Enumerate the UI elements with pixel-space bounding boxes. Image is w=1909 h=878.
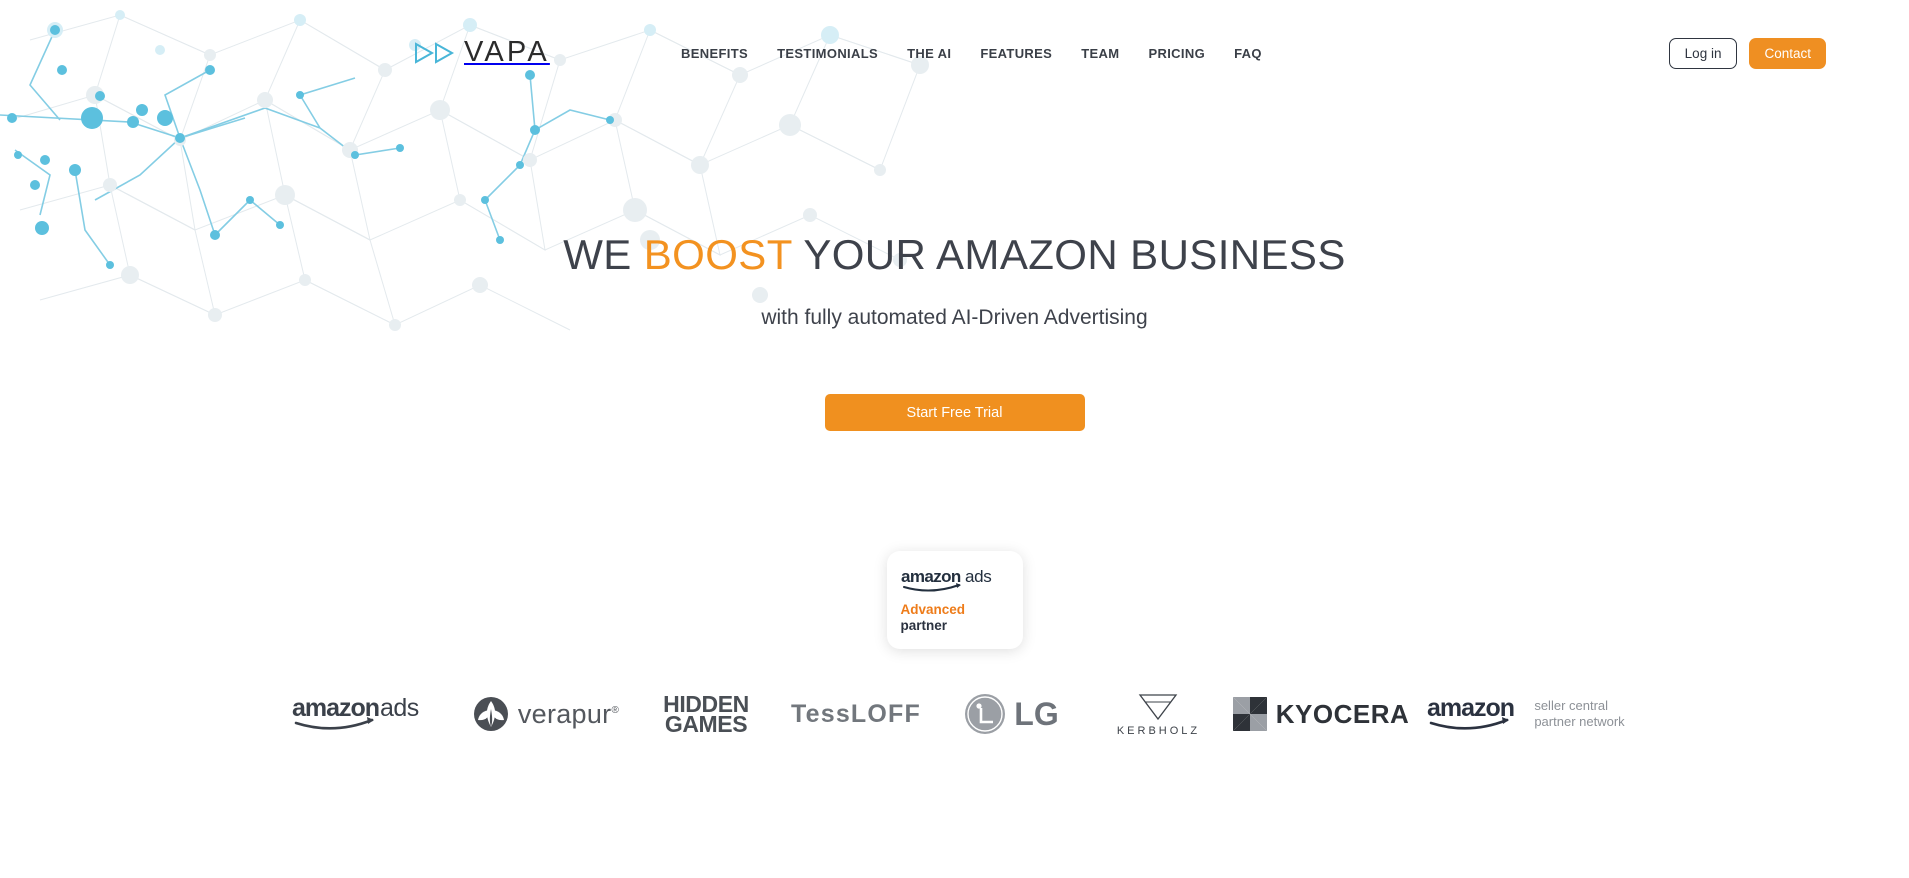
client-logo-kerbholz: KERBHOLZ [1086,678,1231,750]
kyocera-wordmark: KYOCERA [1275,698,1410,729]
client-logo-hidden-games: HIDDEN GAMES [636,678,776,750]
svg-text:ads: ads [380,694,419,722]
nav-the-ai[interactable]: THE AI [907,46,951,61]
nav-benefits[interactable]: BENEFITS [681,46,748,61]
hero-title-accent: BOOST [643,231,793,278]
site-header: VAPA BENEFITS TESTIMONIALS THE AI FEATUR… [0,0,1909,92]
svg-text:ads: ads [965,567,992,586]
kerbholz-wordmark: KERBHOLZ [1116,725,1201,737]
amazon-wordmark-icon: amazon [1427,694,1515,730]
verapur-wordmark: verapur® [517,698,620,729]
contact-button[interactable]: Contact [1749,38,1826,69]
start-free-trial-button[interactable]: Start Free Trial [824,394,1085,431]
nav-features[interactable]: FEATURES [980,46,1052,61]
pinwheel-diamond-icon [1232,697,1267,731]
svg-text:amazon: amazon [901,567,961,586]
login-button[interactable]: Log in [1668,38,1738,69]
client-logo-amazon-ads: amazon ads [268,678,456,750]
amazon-ads-partner-badge: amazon ads Advanced partner [886,551,1023,649]
client-logo-tessloff: TessLOFF [776,678,936,750]
amazon-ads-logo-icon: amazon ads [901,567,992,592]
nav-pricing[interactable]: PRICING [1148,46,1205,61]
header-actions: Log in Contact [1668,38,1826,69]
leaf-circle-icon [473,697,508,731]
lg-face-circle-icon [965,694,1006,734]
client-logos-row: amazon ads verapur® HIDDEN GAMES TessLOF… [0,678,1909,750]
amazon-ads-wordmark-icon: amazon ads [292,694,419,730]
client-logo-lg: LG [936,678,1086,750]
client-logo-verapur: verapur® [456,678,636,750]
client-logo-kyocera: KYOCERA [1231,678,1411,750]
nav-team[interactable]: TEAM [1081,46,1119,61]
client-logo-amazon-seller-central: amazon seller central partner network [1411,678,1641,750]
main-navigation: BENEFITS TESTIMONIALS THE AI FEATURES TE… [681,46,1262,61]
brand-name: VAPA [464,36,550,68]
hero-title: WE BOOST YOUR AMAZON BUSINESS [0,231,1909,278]
landing-page: VAPA BENEFITS TESTIMONIALS THE AI FEATUR… [0,0,1909,878]
hero-title-after: YOUR AMAZON BUSINESS [792,231,1346,278]
nav-testimonials[interactable]: TESTIMONIALS [777,46,878,61]
hidden-games-wordmark: HIDDEN GAMES [663,692,749,737]
hero-title-before: WE [563,231,644,278]
inverted-triangle-icon [1139,694,1178,721]
nav-faq[interactable]: FAQ [1234,46,1262,61]
hero-cta-container: Start Free Trial [0,394,1909,431]
tessloff-wordmark: TessLOFF [791,699,921,728]
seller-central-partner-network-text: seller central partner network [1534,697,1625,729]
double-triangle-play-icon [415,41,455,64]
badge-tier-advanced: Advanced [900,602,966,618]
svg-text:amazon: amazon [292,694,379,722]
brand-logo[interactable]: VAPA [415,38,550,67]
badge-tier-partner: partner [900,617,948,633]
lg-wordmark: LG [1014,695,1059,732]
hidden-games-line-2: GAMES [664,711,748,737]
hero-subtitle: with fully automated AI-Driven Advertisi… [761,306,1148,329]
svg-text:amazon: amazon [1427,694,1514,722]
